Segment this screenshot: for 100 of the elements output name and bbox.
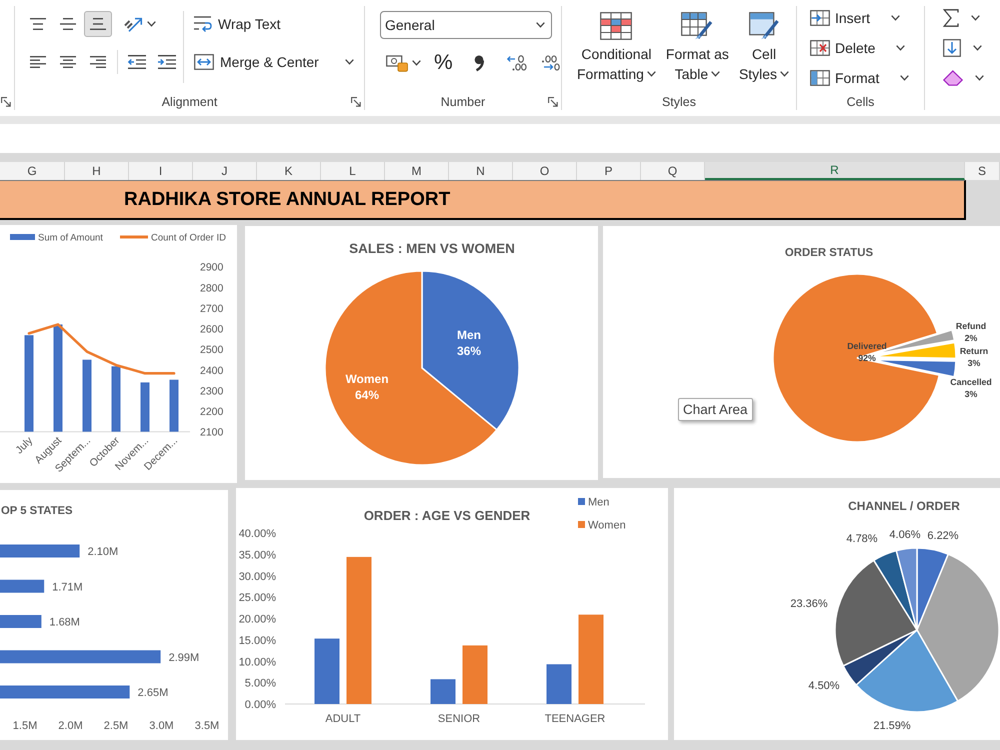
axis-label: 2300 (200, 385, 224, 398)
grid-cross-icon (810, 40, 830, 56)
axis-label: 2100 (200, 426, 224, 439)
data-label: 4.78% (846, 533, 878, 545)
data-label: Women 64% (345, 372, 389, 402)
chart-title: ORDER STATUS (784, 247, 874, 259)
merge-center-button[interactable]: Merge & Center (191, 49, 357, 75)
data-label: 2.99M (168, 652, 200, 664)
legend-label: Count of Order ID (151, 232, 226, 244)
dialog-launcher-icon[interactable] (548, 97, 558, 107)
percent-button[interactable]: % (431, 49, 456, 77)
decrease-indent-icon (128, 55, 146, 69)
conditional-formatting-button[interactable]: Conditional Formatting (574, 7, 659, 90)
axis-label: 2500 (200, 344, 224, 356)
group-label: Number (440, 95, 486, 109)
banknote-icon (386, 54, 408, 72)
align-middle-icon (60, 18, 76, 30)
align-left-icon (30, 56, 46, 68)
merge-cells-icon (194, 54, 214, 70)
wrap-text-button[interactable]: Wrap Text (191, 11, 357, 37)
gender-bar (314, 638, 340, 704)
chart-title: SALES : MEN VS WOMEN (349, 241, 515, 256)
legend-label: Women (588, 520, 626, 532)
data-label: 2.65M (138, 687, 168, 699)
amount-bar (140, 382, 150, 432)
data-label: Cancelled 3% (950, 377, 992, 399)
axis-label: 35.00% (238, 549, 276, 562)
gender-bar (462, 645, 488, 704)
gender-bar (546, 664, 572, 704)
sigma-icon (943, 9, 959, 27)
caret-icon (975, 75, 984, 81)
axis-label: 30.00% (238, 570, 276, 583)
insert-button[interactable]: Insert (809, 5, 902, 31)
grid-arrow-icon (810, 10, 830, 26)
column-header[interactable]: S (965, 162, 1000, 180)
cell-styles-button[interactable]: Cell Styles (736, 7, 792, 90)
data-label: 21.59% (873, 720, 911, 732)
axis-label: 3.0M (149, 720, 174, 732)
format-button[interactable]: Format (809, 65, 910, 91)
caret-icon (896, 45, 906, 51)
axis-label: July (13, 434, 36, 456)
eraser-icon (943, 70, 963, 86)
caret-icon (344, 59, 354, 65)
axis-label: 1.5M (12, 720, 38, 732)
report-title: RADHIKA STORE ANNUAL REPORT (124, 188, 450, 210)
data-label: Men 36% (456, 328, 482, 358)
caret-icon (973, 45, 982, 51)
data-label: 1.71M (52, 581, 83, 594)
number-format-dropdown[interactable]: General (380, 11, 552, 39)
caret-icon (646, 71, 656, 77)
column-header[interactable]: R (705, 162, 965, 180)
table-brush-icon (681, 12, 714, 40)
chart-area-tooltip: Chart Area (678, 398, 753, 421)
axis-label: 2600 (200, 324, 224, 336)
increase-indent-icon (158, 55, 176, 69)
wrap-text-icon (194, 16, 212, 32)
dialog-launcher-icon[interactable] (1, 97, 11, 107)
axis-label: 15.00% (238, 634, 276, 647)
align-top-icon (30, 18, 46, 30)
axis-label: 2.0M (58, 720, 83, 732)
axis-label: 2400 (200, 364, 224, 377)
diagonal-arrow-icon (124, 16, 142, 32)
chart-title: OP 5 STATES (1, 505, 73, 517)
axis-label: TEENAGER (544, 713, 606, 725)
data-label: 23.36% (790, 598, 828, 610)
group-label: Alignment (162, 95, 218, 109)
highlighted-grid-icon (600, 12, 632, 40)
increase-decimal-icon (506, 55, 527, 71)
delete-button[interactable]: Delete (809, 35, 906, 61)
format-as-table-button[interactable]: Format as Table (662, 7, 732, 90)
amount-bar (112, 366, 120, 432)
axis-label: 3.5M (194, 720, 220, 732)
caret-icon (412, 60, 421, 66)
axis-label: 25.00% (238, 592, 276, 604)
axis-label: 2700 (200, 302, 224, 315)
align-bottom-button[interactable] (84, 11, 112, 37)
chart-title: CHANNEL / ORDER (848, 499, 960, 513)
dialog-launcher-icon[interactable] (351, 97, 361, 107)
data-label: 1.68M (49, 616, 80, 628)
caret-icon (891, 15, 900, 21)
gender-bar (430, 679, 456, 704)
cell-brush-icon (749, 12, 779, 40)
axis-label: 40.00% (238, 528, 276, 540)
axis-label: 5.00% (244, 678, 276, 690)
axis-label: 2900 (200, 262, 224, 274)
amount-bar (170, 380, 178, 432)
data-label: 2.10M (88, 546, 118, 558)
legend-label: Sum of Amount (38, 232, 103, 244)
decrease-decimal-icon (540, 55, 560, 71)
legend-label: Men (588, 496, 610, 508)
axis-label: 20.00% (238, 614, 276, 626)
caret-icon (147, 21, 156, 27)
data-label: Delivered 92% (847, 341, 887, 363)
data-label: 4.06% (889, 529, 921, 541)
group-label: Cells (846, 95, 874, 109)
axis-label: SENIOR (438, 713, 480, 725)
comma-icon (474, 55, 484, 71)
align-right-icon (90, 56, 106, 68)
caret-icon (536, 22, 545, 28)
chart-title: ORDER : AGE VS GENDER (364, 508, 530, 523)
